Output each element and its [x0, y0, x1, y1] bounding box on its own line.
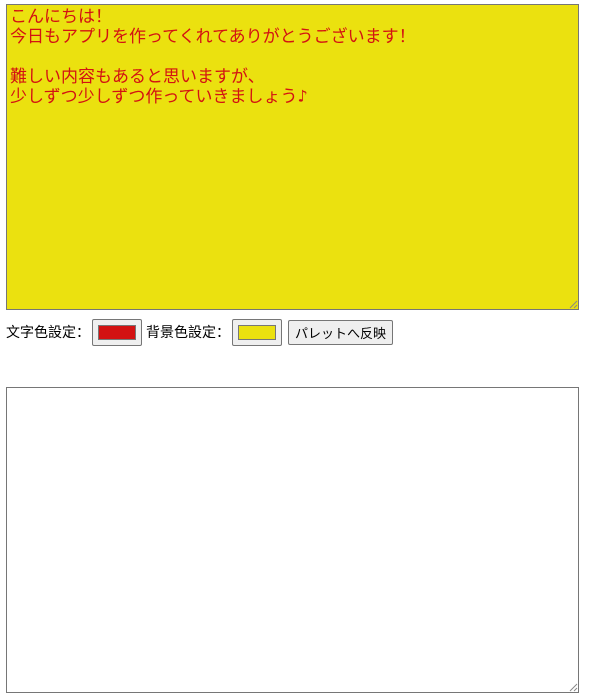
bg-color-label: 背景色設定：	[146, 325, 230, 341]
text-editor-textarea[interactable]: こんにちは！ 今日もアプリを作ってくれてありがとうございます！ 難しい内容もある…	[6, 4, 579, 310]
page: こんにちは！ 今日もアプリを作ってくれてありがとうございます！ 難しい内容もある…	[0, 0, 589, 700]
apply-to-palette-button[interactable]: パレットへ反映	[288, 319, 394, 345]
text-color-swatch	[98, 324, 136, 340]
editor-resize-grip-icon[interactable]	[569, 300, 578, 309]
bg-color-swatch	[238, 324, 276, 340]
bg-color-picker[interactable]	[232, 318, 282, 346]
palette-resize-grip-icon[interactable]	[569, 683, 578, 692]
text-color-label: 文字色設定：	[6, 325, 90, 341]
palette-textarea[interactable]	[6, 387, 579, 693]
color-controls: 文字色設定： 背景色設定： パレットへ反映	[6, 317, 394, 347]
text-color-picker[interactable]	[92, 318, 142, 346]
